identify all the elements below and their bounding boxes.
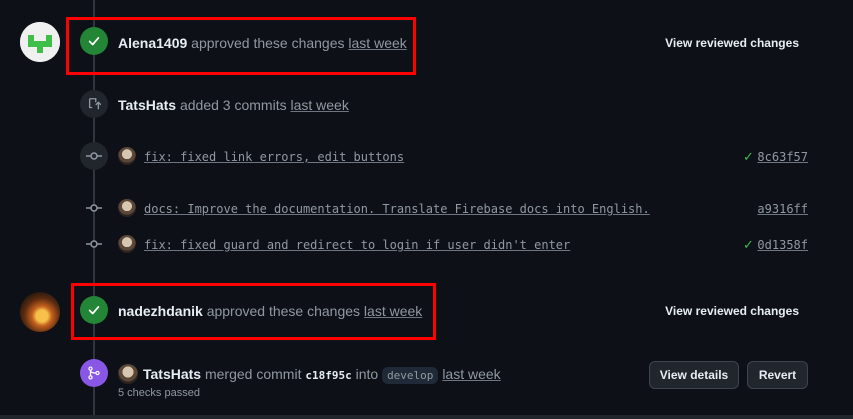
avatar-alena1409[interactable] (20, 22, 60, 62)
view-reviewed-changes-button-1[interactable]: View reviewed changes (665, 36, 799, 50)
commit-author-avatar[interactable] (118, 199, 136, 217)
commit-check-icon[interactable]: ✓ (743, 237, 754, 253)
branch-name[interactable]: develop (382, 367, 439, 384)
identicon-icon (20, 22, 60, 62)
commit-message-1[interactable]: fix: fixed link errors, edit buttons (144, 150, 404, 164)
commit-message-2[interactable]: docs: Improve the documentation. Transla… (144, 202, 650, 216)
commit-dot-icon (86, 200, 102, 216)
section-divider (0, 415, 853, 419)
repo-push-icon (88, 98, 101, 110)
avatar-nadezhdanik[interactable] (20, 292, 60, 332)
merge-event: TatsHats merged commit c18f95c into deve… (143, 366, 501, 384)
commit-sha-2[interactable]: a9316ff (757, 202, 808, 216)
commit-dot-icon (86, 236, 102, 252)
commit-author-avatar[interactable] (118, 147, 136, 165)
commit-check-icon[interactable]: ✓ (743, 149, 754, 165)
view-details-button[interactable]: View details (649, 361, 739, 389)
view-reviewed-changes-button-2[interactable]: View reviewed changes (665, 304, 799, 318)
merge-author-avatar[interactable] (118, 364, 138, 384)
commits-event-time[interactable]: last week (290, 97, 348, 113)
commit-dot-icon (86, 148, 102, 164)
commits-event-badge (80, 90, 108, 118)
commits-event-action: added 3 commits (179, 97, 287, 113)
merge-into: into (355, 366, 379, 382)
revert-button[interactable]: Revert (747, 361, 808, 389)
commit-sha-3[interactable]: 0d1358f (757, 238, 808, 252)
highlight-box-1 (66, 17, 416, 75)
commits-event: TatsHats added 3 commits last week (118, 97, 349, 113)
git-merge-icon (88, 366, 100, 380)
commit-author-avatar[interactable] (118, 235, 136, 253)
merge-action: merged commit (204, 366, 302, 382)
merge-time[interactable]: last week (442, 366, 500, 382)
merge-user[interactable]: TatsHats (143, 366, 201, 382)
commit-sha-1[interactable]: 8c63f57 (757, 150, 808, 164)
commits-event-user[interactable]: TatsHats (118, 97, 176, 113)
checks-summary[interactable]: 5 checks passed (118, 387, 200, 399)
merge-badge (80, 359, 108, 387)
highlight-box-2 (71, 283, 436, 340)
commit-message-3[interactable]: fix: fixed guard and redirect to login i… (144, 238, 570, 252)
merge-commit-sha[interactable]: c18f95c (305, 369, 351, 382)
